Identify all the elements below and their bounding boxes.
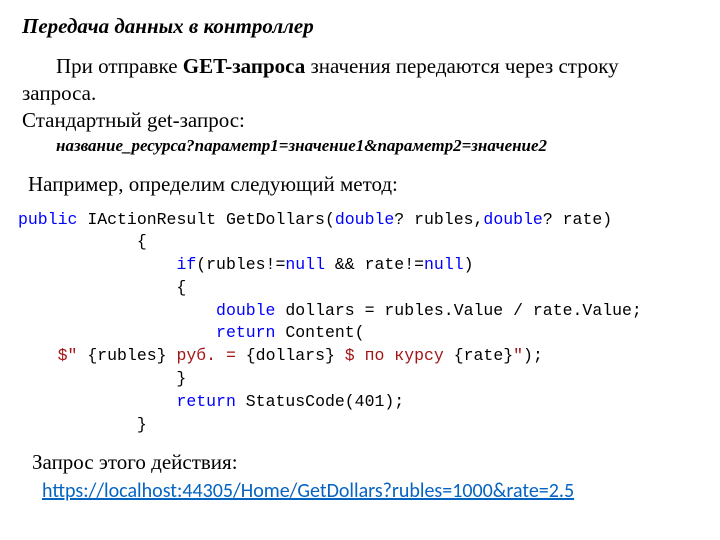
kw-double: double <box>216 301 275 320</box>
request-link[interactable]: https://localhost:44305/Home/GetDollars?… <box>42 479 574 503</box>
code-text: {rate} <box>454 346 513 365</box>
kw-null: null <box>285 255 325 274</box>
code-text <box>18 346 58 365</box>
code-text: ? rate) <box>543 210 612 229</box>
code-text: && rate!= <box>325 255 424 274</box>
code-text: StatusCode(401); <box>236 392 404 411</box>
code-text: (rubles!= <box>196 255 285 274</box>
url-pattern: название_ресурса?параметр1=значение1&пар… <box>56 136 698 156</box>
code-text <box>18 255 176 274</box>
p1-bold: GET-запроса <box>183 54 305 78</box>
page-title: Передача данных в контроллер <box>22 14 698 39</box>
kw-double: double <box>483 210 542 229</box>
p1-text-a: При отправке <box>56 54 183 78</box>
code-text: } <box>18 369 186 388</box>
str-open: $" <box>58 346 88 365</box>
code-block: public IActionResult GetDollars(double? … <box>18 209 698 437</box>
code-text <box>18 392 176 411</box>
kw-null: null <box>424 255 464 274</box>
code-text: ) <box>464 255 474 274</box>
code-text <box>18 301 216 320</box>
code-text: IActionResult GetDollars( <box>77 210 334 229</box>
str-text: $ по курсу <box>335 346 454 365</box>
kw-return: return <box>216 323 275 342</box>
code-text: {dollars} <box>246 346 335 365</box>
code-text: dollars = rubles.Value / rate.Value; <box>275 301 641 320</box>
code-text: { <box>18 278 186 297</box>
code-text <box>18 323 216 342</box>
kw-public: public <box>18 210 77 229</box>
kw-if: if <box>176 255 196 274</box>
str-text: руб. = <box>167 346 246 365</box>
document-page: Передача данных в контроллер При отправк… <box>0 0 720 517</box>
paragraph-2: Стандартный get-запрос: <box>22 107 698 134</box>
code-text: ); <box>523 346 543 365</box>
str-close: " <box>513 346 523 365</box>
code-text: } <box>18 415 147 434</box>
kw-double: double <box>335 210 394 229</box>
code-text: Content( <box>275 323 364 342</box>
paragraph-1: При отправке GET-запроса значения переда… <box>22 53 698 107</box>
example-intro: Например, определим следующий метод: <box>28 172 698 197</box>
code-text: ? rubles, <box>394 210 483 229</box>
kw-return: return <box>176 392 235 411</box>
code-text: {rubles} <box>87 346 166 365</box>
request-intro: Запрос этого действия: <box>32 450 698 475</box>
code-text: { <box>18 232 147 251</box>
